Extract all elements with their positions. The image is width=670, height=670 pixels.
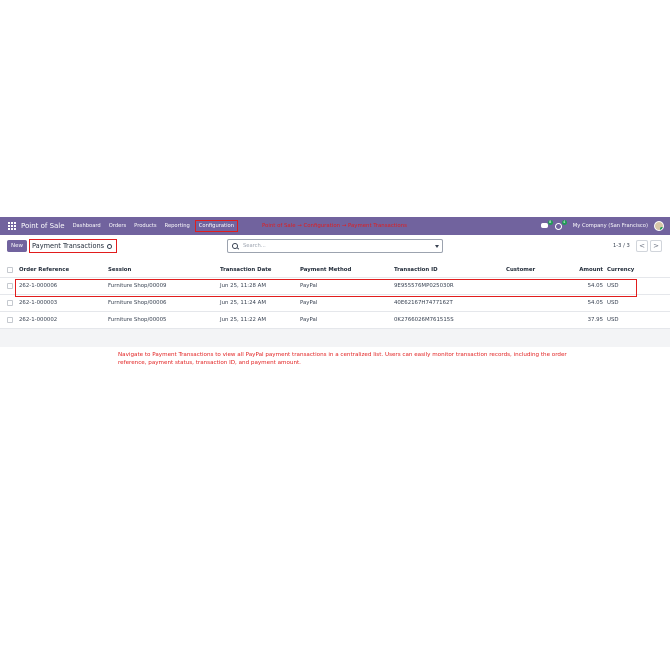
footer-area <box>0 329 670 347</box>
row-checkbox[interactable] <box>7 283 13 289</box>
highlight-box-first-row <box>15 279 637 297</box>
activity-badge: 4 <box>561 220 567 225</box>
select-all-checkbox[interactable] <box>7 266 13 273</box>
chat-icon[interactable]: 8 <box>540 220 553 230</box>
header-transaction-date[interactable]: Transaction Date <box>220 267 271 273</box>
new-button[interactable]: New <box>7 240 27 252</box>
pager-value[interactable]: 1-3 / 3 <box>613 243 630 249</box>
app-brand[interactable]: Point of Sale <box>21 222 65 230</box>
breadcrumb: Payment Transactions <box>29 239 118 253</box>
menu-dashboard[interactable]: Dashboard <box>73 223 101 229</box>
header-currency[interactable]: Currency <box>607 267 634 273</box>
search-input[interactable]: Search... <box>243 243 266 249</box>
cell-currency: USD <box>607 300 619 306</box>
activity-clock-icon[interactable]: 4 <box>554 220 567 230</box>
pager-next-button[interactable]: > <box>650 240 662 252</box>
cell-order-reference: 262-1-000002 <box>19 317 58 323</box>
pager-prev-button[interactable]: < <box>636 240 648 252</box>
cell-transaction-date: Jun 25, 11:22 AM <box>220 317 267 323</box>
search-bar[interactable]: Search... <box>227 239 443 253</box>
row-checkbox[interactable] <box>7 317 13 323</box>
row-checkbox[interactable] <box>7 300 13 306</box>
page-title: Payment Transactions <box>32 242 105 250</box>
navbar-right: 8 4 My Company (San Francisco) <box>540 217 664 235</box>
cell-order-reference: 262-1-000003 <box>19 300 58 306</box>
menu-reporting[interactable]: Reporting <box>165 223 190 229</box>
cell-session: Furniture Shop/00005 <box>108 317 167 323</box>
table-header: Order Reference Session Transaction Date… <box>0 262 670 278</box>
table-row[interactable]: 262-1-000003 Furniture Shop/00006 Jun 25… <box>0 295 670 312</box>
table-row[interactable]: 262-1-000002 Furniture Shop/00005 Jun 25… <box>0 312 670 329</box>
chevron-down-icon[interactable] <box>435 245 439 248</box>
gear-icon[interactable] <box>107 243 113 249</box>
cell-currency: USD <box>607 317 619 323</box>
apps-grid-icon[interactable] <box>8 222 16 230</box>
cell-amount: 37.95 <box>587 317 603 323</box>
cell-transaction-id: 40E62167H7477162T <box>394 300 453 306</box>
annotation-text: Navigate to Payment Transactions to view… <box>118 352 567 366</box>
cell-transaction-id: 0K2766026M761515S <box>394 317 454 323</box>
company-switcher[interactable]: My Company (San Francisco) <box>573 223 648 229</box>
annotation-path: Point of Sale → Configuration → Payment … <box>261 223 407 229</box>
cell-payment-method: PayPal <box>300 300 318 306</box>
menu-orders[interactable]: Orders <box>109 223 126 229</box>
top-navbar: Point of Sale Dashboard Orders Products … <box>0 217 670 235</box>
menu-products[interactable]: Products <box>134 223 156 229</box>
cell-amount: 54.05 <box>587 300 603 306</box>
cell-transaction-date: Jun 25, 11:24 AM <box>220 300 267 306</box>
cell-session: Furniture Shop/00006 <box>108 300 167 306</box>
header-payment-method[interactable]: Payment Method <box>300 267 351 273</box>
header-transaction-id[interactable]: Transaction ID <box>394 267 438 273</box>
header-amount[interactable]: Amount <box>579 267 603 273</box>
header-customer[interactable]: Customer <box>506 267 535 273</box>
avatar[interactable] <box>654 221 664 231</box>
menu-configuration[interactable]: Configuration <box>194 220 238 232</box>
cell-payment-method: PayPal <box>300 317 318 323</box>
chat-badge: 8 <box>547 220 553 225</box>
search-icon <box>232 242 239 250</box>
header-order-reference[interactable]: Order Reference <box>19 267 69 273</box>
header-session[interactable]: Session <box>108 267 131 273</box>
